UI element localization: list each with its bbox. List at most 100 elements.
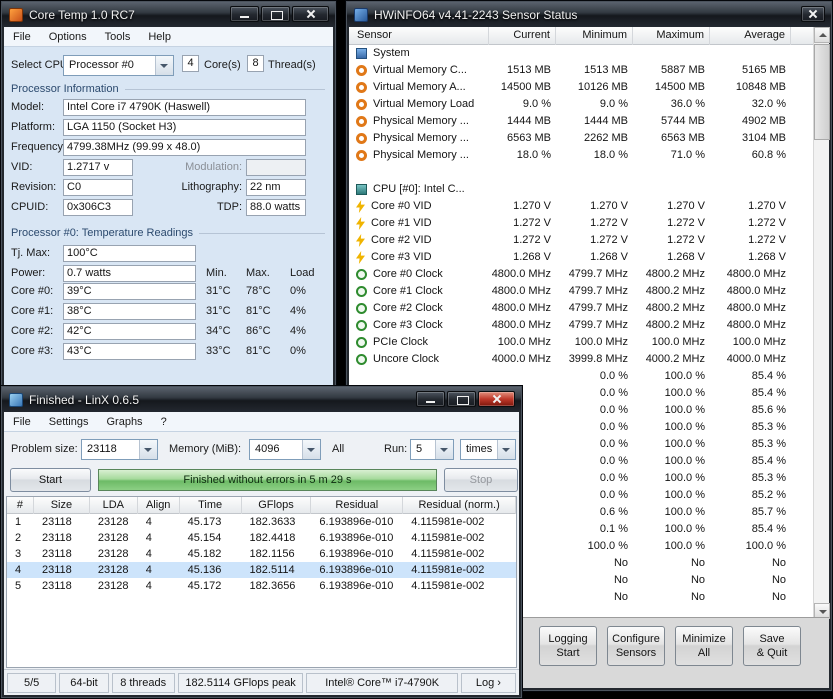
menu-file[interactable]: File bbox=[4, 412, 40, 432]
sensor-row[interactable]: Core #0 VID 1.270 V 1.270 V 1.270 V 1.27… bbox=[349, 198, 813, 215]
minimize-icon[interactable] bbox=[230, 6, 259, 22]
run-count-select[interactable]: 5 bbox=[410, 439, 454, 460]
column-maximum[interactable]: Maximum bbox=[633, 27, 710, 45]
maximize-icon[interactable] bbox=[261, 6, 290, 22]
problem-size-select[interactable]: 23118 bbox=[81, 439, 158, 460]
scroll-up-icon[interactable] bbox=[814, 27, 830, 43]
sensor-maximum: 100.0 % bbox=[664, 489, 705, 501]
stop-button[interactable]: Stop bbox=[444, 468, 518, 492]
column-sensor[interactable]: Sensor bbox=[349, 27, 489, 45]
result-row[interactable]: 5 23118 23128 4 45.172 182.3656 6.193896… bbox=[7, 578, 516, 594]
run-number: 5 bbox=[15, 580, 22, 592]
save-quit-button[interactable]: Save & Quit bbox=[743, 626, 801, 666]
logging-start-button[interactable]: Logging Start bbox=[539, 626, 597, 666]
maximize-icon[interactable] bbox=[447, 391, 476, 407]
sensor-row[interactable]: Virtual Memory C... 1513 MB 1513 MB 5887… bbox=[349, 62, 813, 79]
sensor-row[interactable]: Physical Memory ... 18.0 % 18.0 % 71.0 %… bbox=[349, 147, 813, 164]
memory-select[interactable]: 4096 bbox=[249, 439, 321, 460]
scrollbar-thumb[interactable] bbox=[814, 44, 830, 140]
status-bar: 5/5 64-bit 8 threads 182.5114 GFlops pea… bbox=[4, 669, 519, 695]
run-gflops: 182.5114 bbox=[249, 564, 295, 576]
core-label: Core #1: bbox=[11, 305, 54, 317]
column-gflops[interactable]: GFlops bbox=[242, 497, 312, 514]
sensor-average: 5165 MB bbox=[741, 64, 786, 76]
sensor-row[interactable]: Core #0 Clock 4800.0 MHz 4799.7 MHz 4800… bbox=[349, 266, 813, 283]
sensor-row[interactable]: Core #2 VID 1.272 V 1.272 V 1.272 V 1.27… bbox=[349, 232, 813, 249]
sensor-current: 1.272 V bbox=[513, 234, 551, 246]
sensor-row[interactable]: 0.0 % 100.0 % 85.4 % bbox=[349, 368, 813, 385]
column-average[interactable]: Average bbox=[710, 27, 791, 45]
vertical-scrollbar[interactable] bbox=[813, 27, 830, 619]
column-current[interactable]: Current bbox=[489, 27, 556, 45]
sensor-maximum: 100.0 % bbox=[664, 387, 705, 399]
sensor-row[interactable]: Core #2 Clock 4800.0 MHz 4799.7 MHz 4800… bbox=[349, 300, 813, 317]
linx-titlebar[interactable]: Finished - LinX 0.6.5 bbox=[2, 387, 521, 412]
menu-options[interactable]: Options bbox=[40, 27, 96, 47]
column-residual[interactable]: Residual bbox=[311, 497, 404, 514]
sensor-row[interactable]: CPU [#0]: Intel C... bbox=[349, 181, 813, 198]
result-row[interactable]: 3 23118 23128 4 45.182 182.1156 6.193896… bbox=[7, 546, 516, 562]
sensor-label: PCIe Clock bbox=[373, 336, 429, 348]
column-minimum[interactable]: Minimum bbox=[556, 27, 633, 45]
column-number[interactable]: # bbox=[7, 497, 34, 514]
run-time: 45.182 bbox=[187, 548, 222, 560]
sensor-row[interactable]: Uncore Clock 4000.0 MHz 3999.8 MHz 4000.… bbox=[349, 351, 813, 368]
column-size[interactable]: Size bbox=[34, 497, 90, 514]
coretemp-app-icon[interactable] bbox=[9, 7, 23, 22]
core-temp-row: Core #2: 42°C 34°C 86°C 4% bbox=[4, 323, 333, 343]
close-icon[interactable] bbox=[292, 6, 329, 22]
sensor-row[interactable]: Physical Memory ... 6563 MB 2262 MB 6563… bbox=[349, 130, 813, 147]
sensor-row[interactable]: Virtual Memory A... 14500 MB 10126 MB 14… bbox=[349, 79, 813, 96]
menu-help[interactable]: Help bbox=[139, 27, 180, 47]
memory-label: Memory (MiB): bbox=[169, 443, 242, 455]
column-lda[interactable]: LDA bbox=[90, 497, 138, 514]
sensor-minimum: No bbox=[613, 574, 628, 586]
menu-help[interactable]: ? bbox=[152, 412, 176, 432]
linx-app-icon[interactable] bbox=[9, 392, 23, 407]
minimize-icon[interactable] bbox=[416, 391, 445, 407]
menu-tools[interactable]: Tools bbox=[96, 27, 140, 47]
close-icon[interactable] bbox=[801, 6, 825, 22]
run-unit-select[interactable]: times bbox=[460, 439, 516, 460]
menu-graphs[interactable]: Graphs bbox=[97, 412, 151, 432]
result-row[interactable]: 1 23118 23128 4 45.173 182.3633 6.193896… bbox=[7, 514, 516, 530]
core-max-value: 78°C bbox=[246, 285, 271, 297]
hwinfo-titlebar[interactable]: HWiNFO64 v4.41-2243 Sensor Status bbox=[347, 2, 831, 27]
sensor-icon bbox=[356, 65, 367, 76]
menu-file[interactable]: File bbox=[4, 27, 40, 47]
sensor-row[interactable]: Physical Memory ... 1444 MB 1444 MB 5744… bbox=[349, 113, 813, 130]
sensor-row[interactable]: PCIe Clock 100.0 MHz 100.0 MHz 100.0 MHz… bbox=[349, 334, 813, 351]
modulation-value bbox=[246, 159, 306, 176]
configure-sensors-button[interactable]: Configure Sensors bbox=[607, 626, 665, 666]
sensor-row[interactable]: Virtual Memory Load 9.0 % 9.0 % 36.0 % 3… bbox=[349, 96, 813, 113]
sensor-row[interactable]: Core #3 VID 1.268 V 1.268 V 1.268 V 1.26… bbox=[349, 249, 813, 266]
log-toggle[interactable]: Log › bbox=[460, 672, 517, 693]
menu-settings[interactable]: Settings bbox=[40, 412, 98, 432]
result-row[interactable]: 2 23118 23128 4 45.154 182.4418 6.193896… bbox=[7, 530, 516, 546]
cpu-select[interactable]: Processor #0 bbox=[63, 55, 174, 76]
tjmax-label: Tj. Max: bbox=[11, 247, 51, 259]
sensor-maximum: No bbox=[690, 557, 705, 569]
sensor-row[interactable]: System bbox=[349, 45, 813, 62]
run-residual: 6.193896e-010 bbox=[319, 532, 394, 544]
result-row[interactable]: 4 23118 23128 4 45.136 182.5114 6.193896… bbox=[7, 562, 516, 578]
status-progress: 5/5 bbox=[7, 672, 57, 693]
sensor-row[interactable] bbox=[349, 164, 813, 181]
run-time: 45.154 bbox=[187, 532, 222, 544]
sensor-average: 4800.0 MHz bbox=[726, 268, 786, 280]
sensor-maximum: 100.0 % bbox=[664, 370, 705, 382]
sensor-row[interactable]: Core #3 Clock 4800.0 MHz 4799.7 MHz 4800… bbox=[349, 317, 813, 334]
column-align[interactable]: Align bbox=[138, 497, 180, 514]
core-temp-value: 42°C bbox=[63, 323, 196, 340]
sensor-row[interactable]: Core #1 VID 1.272 V 1.272 V 1.272 V 1.27… bbox=[349, 215, 813, 232]
close-icon[interactable] bbox=[478, 391, 515, 407]
sensor-row[interactable]: Core #1 Clock 4800.0 MHz 4799.7 MHz 4800… bbox=[349, 283, 813, 300]
sensor-current: 14500 MB bbox=[500, 81, 551, 93]
coretemp-titlebar[interactable]: Core Temp 1.0 RC7 bbox=[2, 2, 335, 27]
column-time[interactable]: Time bbox=[180, 497, 242, 514]
minimize-all-button[interactable]: Minimize All bbox=[675, 626, 733, 666]
hwinfo-app-icon[interactable] bbox=[354, 7, 368, 22]
frequency-value: 4799.38MHz (99.99 x 48.0) bbox=[63, 139, 306, 156]
start-button[interactable]: Start bbox=[10, 468, 91, 492]
column-residual-norm[interactable]: Residual (norm.) bbox=[403, 497, 516, 514]
